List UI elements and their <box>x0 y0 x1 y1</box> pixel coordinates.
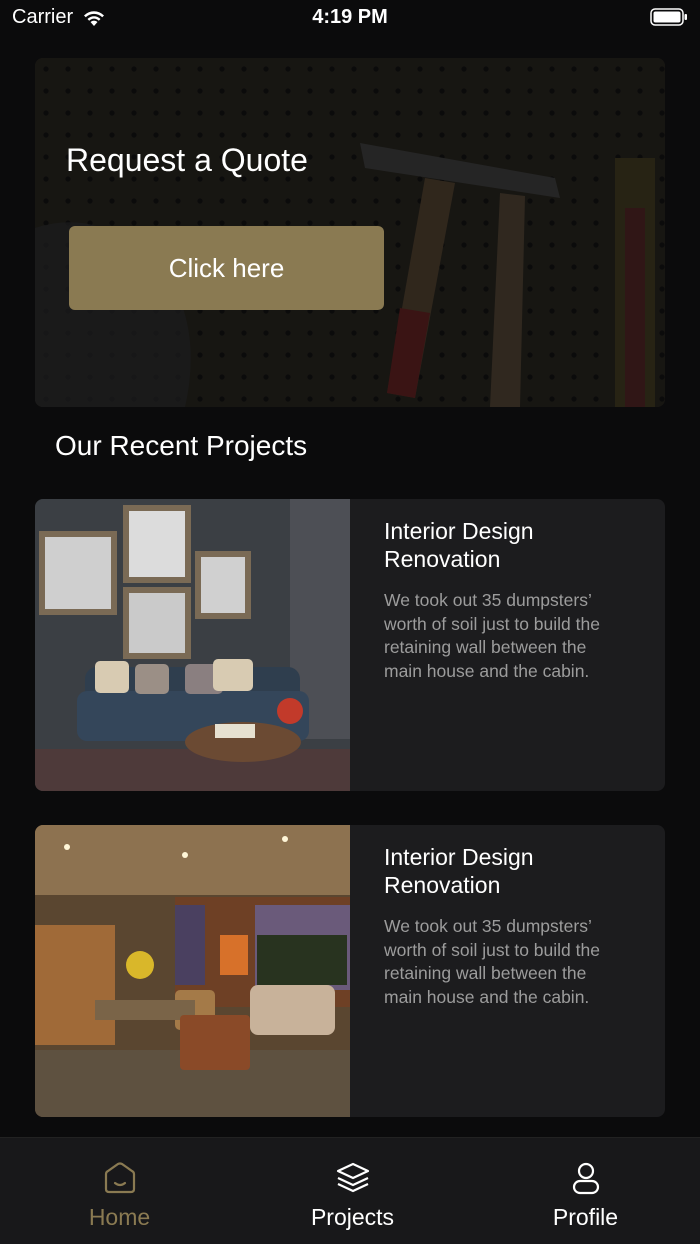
quote-banner: Request a Quote Click here <box>35 58 665 407</box>
project-card[interactable]: Interior Design Renovation We took out 3… <box>35 825 665 1117</box>
home-icon <box>104 1162 135 1194</box>
project-description: We took out 35 dumpsters’ worth of soil … <box>384 916 600 1007</box>
request-quote-button[interactable]: Click here <box>69 226 384 310</box>
hero-title: Request a Quote <box>66 142 308 178</box>
tab-home-label: Home <box>88 1204 151 1230</box>
tab-home[interactable]: Home <box>3 1138 236 1244</box>
tab-profile-label: Profile <box>552 1204 619 1230</box>
tab-profile[interactable]: Profile <box>469 1138 700 1244</box>
person-icon <box>572 1162 599 1195</box>
tab-projects[interactable]: Projects <box>236 1138 469 1244</box>
project-card[interactable]: Interior Design Renovation We took out 3… <box>35 499 665 791</box>
status-bar: Carrier 4:19 PM <box>0 0 700 36</box>
project-title: Interior Design Renovation <box>384 844 534 898</box>
status-time: 4:19 PM <box>312 6 388 28</box>
living-room-photo <box>35 499 350 791</box>
section-title: Our Recent Projects <box>55 430 308 461</box>
tab-projects-label: Projects <box>310 1204 395 1230</box>
project-title: Interior Design Renovation <box>384 518 534 572</box>
project-description: We took out 35 dumpsters’ worth of soil … <box>384 590 600 681</box>
battery-icon <box>650 8 687 26</box>
lodge-interior-photo <box>35 825 350 1117</box>
layers-icon <box>336 1162 369 1193</box>
tab-bar: Home Projects Profile <box>0 1137 700 1244</box>
